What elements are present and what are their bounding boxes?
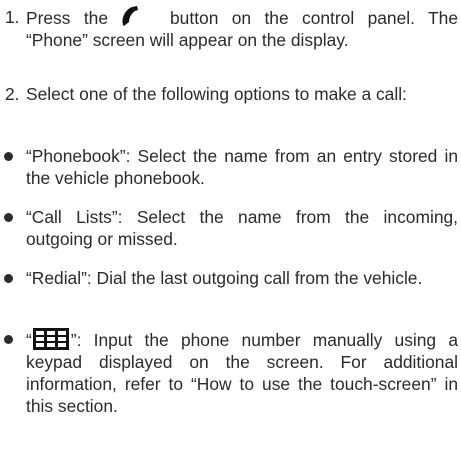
option-call-lists: “Call Lists”: Select the name from the i… — [0, 206, 458, 250]
option-text: “”: Input the phone number manually usin… — [26, 328, 458, 417]
bullet-icon — [4, 152, 13, 161]
option-text-after-icon: ”: Input the phone number manually using… — [26, 330, 458, 416]
option-redial: “Redial”: Dial the last outgoing call fr… — [0, 267, 458, 289]
option-text: “Phonebook”: Select the name from an ent… — [26, 146, 458, 188]
instructions-page: 1. Press the button on the control panel.… — [0, 0, 461, 473]
bullet-icon — [4, 213, 13, 222]
step-number: 2. — [5, 84, 20, 104]
step-number: 1. — [5, 7, 20, 27]
keypad-icon — [32, 328, 69, 350]
option-text: “Redial”: Dial the last outgoing call fr… — [26, 268, 423, 288]
option-text-before-icon: “ — [26, 330, 32, 350]
bullet-icon — [4, 335, 13, 344]
step-text: Select one of the following options to m… — [26, 84, 407, 104]
option-text: “Call Lists”: Select the name from the i… — [26, 207, 458, 249]
option-keypad: “”: Input the phone number manually usin… — [0, 328, 458, 417]
step-1: 1. Press the button on the control panel.… — [0, 6, 458, 51]
phone-handset-icon — [122, 6, 139, 26]
step-2: 2. Select one of the following options t… — [0, 83, 458, 105]
step-text: Press the button on the control panel. Th… — [26, 6, 458, 51]
step-text-before-icon: Press the — [26, 8, 109, 28]
option-phonebook: “Phonebook”: Select the name from an ent… — [0, 145, 458, 189]
bullet-icon — [4, 274, 13, 283]
